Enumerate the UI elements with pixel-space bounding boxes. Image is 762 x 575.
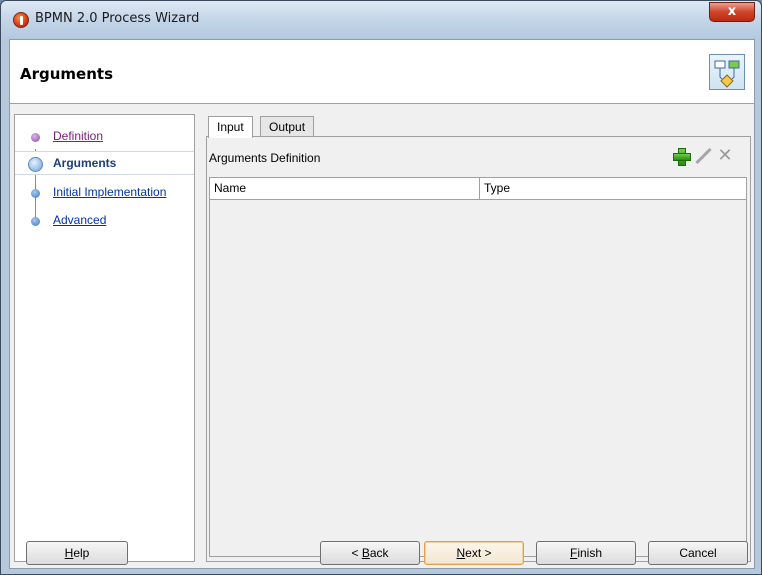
step-definition[interactable]: Definition: [15, 125, 194, 149]
step-arguments: Arguments: [15, 151, 194, 175]
back-label: ack: [369, 546, 389, 560]
back-button[interactable]: < Back: [320, 541, 420, 565]
next-label: ext >: [465, 546, 492, 560]
step-current-icon: [28, 157, 43, 172]
app-icon: [13, 12, 29, 28]
pencil-icon[interactable]: [694, 147, 712, 165]
column-header-name[interactable]: Name: [210, 178, 480, 200]
step-dot-icon: [31, 217, 40, 226]
finish-label: inish: [577, 546, 603, 560]
window-title: BPMN 2.0 Process Wizard: [35, 11, 200, 26]
cancel-button[interactable]: Cancel: [648, 541, 748, 565]
title-bar: BPMN 2.0 Process Wizard x: [1, 1, 761, 39]
back-mnemonic: B: [361, 546, 370, 560]
plus-icon[interactable]: [672, 147, 691, 166]
process-wizard-icon: [709, 54, 745, 90]
step-label[interactable]: Definition: [53, 129, 103, 143]
wizard-body: Arguments Definition Arguments Initial I…: [9, 39, 755, 569]
content-panel: Input Output Arguments Definition ✕ Name…: [206, 114, 751, 562]
back-prefix: <: [351, 546, 362, 560]
arguments-table: Name Type: [209, 177, 747, 557]
section-title: Arguments Definition: [209, 151, 321, 165]
next-button[interactable]: Next >: [424, 541, 524, 565]
finish-button[interactable]: Finish: [536, 541, 636, 565]
step-label: Arguments: [53, 156, 117, 170]
help-button[interactable]: Help: [26, 541, 128, 565]
page-title: Arguments: [20, 65, 114, 83]
step-initial-implementation[interactable]: Initial Implementation: [15, 181, 194, 205]
tab-output[interactable]: Output: [260, 116, 315, 137]
wizard-window: BPMN 2.0 Process Wizard x Arguments Defi…: [0, 0, 762, 575]
wizard-header: Arguments: [10, 40, 754, 104]
step-label[interactable]: Initial Implementation: [53, 185, 166, 199]
table-header: Name Type: [210, 178, 746, 200]
steps-panel: Definition Arguments Initial Implementat…: [14, 114, 195, 562]
next-mnemonic: N: [456, 546, 466, 560]
help-label: elp: [73, 546, 90, 560]
tab-content: Arguments Definition ✕ Name Type: [206, 136, 751, 562]
close-button[interactable]: x: [709, 2, 755, 22]
arguments-toolbar: ✕: [672, 147, 736, 166]
column-header-type[interactable]: Type: [480, 178, 746, 200]
step-dot-icon: [31, 189, 40, 198]
delete-icon[interactable]: ✕: [716, 147, 734, 165]
step-label[interactable]: Advanced: [53, 213, 106, 227]
step-dot-icon: [31, 133, 40, 142]
step-advanced[interactable]: Advanced: [15, 209, 194, 233]
tab-input[interactable]: Input: [208, 116, 253, 138]
